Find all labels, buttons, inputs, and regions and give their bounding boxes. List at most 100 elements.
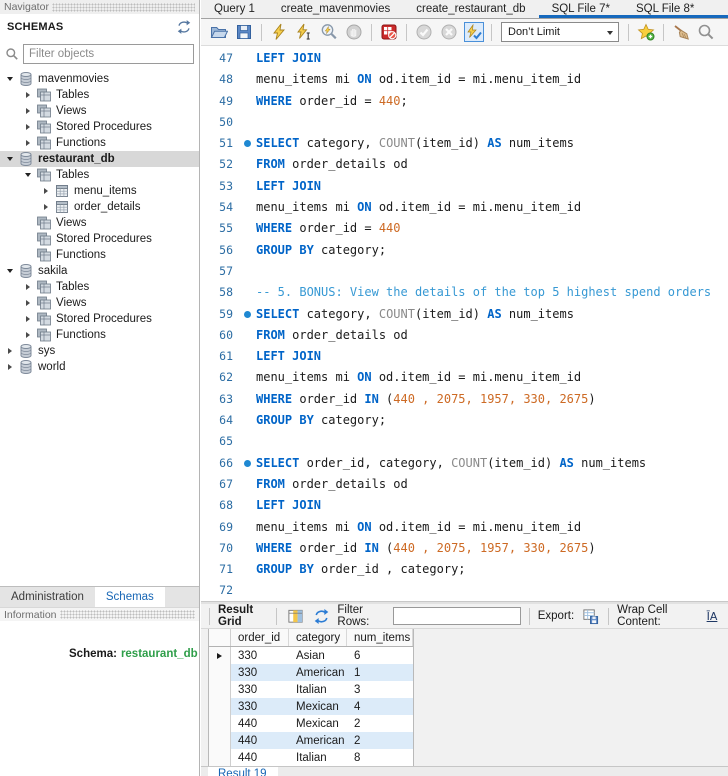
code-line[interactable]: 51 SELECT category, COUNT(item_id) AS num… xyxy=(201,133,728,154)
cell-num-items[interactable]: 1 xyxy=(347,664,413,681)
execute-icon[interactable] xyxy=(269,22,289,42)
expand-arrow[interactable] xyxy=(40,204,52,210)
explain-icon[interactable] xyxy=(319,22,339,42)
cell-category[interactable]: American xyxy=(289,732,347,749)
filter-objects-input[interactable] xyxy=(23,43,194,64)
limit-dropdown[interactable]: Don’t Limit xyxy=(501,22,619,42)
cell-num-items[interactable]: 2 xyxy=(347,715,413,732)
sidebar-tab-administration[interactable]: Administration xyxy=(0,587,95,607)
editor-tab-create-mavenmovies[interactable]: create_mavenmovies xyxy=(268,0,403,18)
tree-item-sys[interactable]: sys xyxy=(0,343,199,359)
cell-num-items[interactable]: 8 xyxy=(347,749,413,766)
code-line[interactable]: 62 menu_items mi ON od.item_id = mi.menu_… xyxy=(201,367,728,388)
tree-item-functions[interactable]: Functions xyxy=(0,135,199,151)
row-selector[interactable] xyxy=(209,698,231,715)
code-line[interactable]: 49 WHERE order_id = 440; xyxy=(201,91,728,112)
code-line[interactable]: 48 menu_items mi ON od.item_id = mi.menu_… xyxy=(201,69,728,90)
result-grid-icon[interactable] xyxy=(285,606,305,626)
expand-arrow[interactable] xyxy=(22,300,34,306)
expand-arrow[interactable] xyxy=(4,348,16,354)
column-header-order-id[interactable]: order_id xyxy=(231,629,289,646)
table-row[interactable]: 330 Mexican 4 xyxy=(209,698,413,715)
cell-category[interactable]: American xyxy=(289,664,347,681)
expand-arrow[interactable] xyxy=(40,188,52,194)
tree-item-views[interactable]: Views xyxy=(0,103,199,119)
open-file-icon[interactable] xyxy=(209,22,229,42)
expand-arrow[interactable] xyxy=(22,108,34,114)
tree-item-tables[interactable]: Tables xyxy=(0,279,199,295)
code-line[interactable]: 68 LEFT JOIN xyxy=(201,495,728,516)
code-line[interactable]: 47 LEFT JOIN xyxy=(201,48,728,69)
code-line[interactable]: 56 GROUP BY category; xyxy=(201,240,728,261)
cell-category[interactable]: Mexican xyxy=(289,698,347,715)
code-line[interactable]: 53 LEFT JOIN xyxy=(201,176,728,197)
column-header-category[interactable]: category xyxy=(289,629,347,646)
cell-order-id[interactable]: 440 xyxy=(231,732,289,749)
code-line[interactable]: 50 xyxy=(201,112,728,133)
stop-icon[interactable] xyxy=(344,22,364,42)
filter-rows-input[interactable] xyxy=(392,607,521,625)
row-selector[interactable] xyxy=(209,681,231,698)
tree-item-tables[interactable]: Tables xyxy=(0,87,199,103)
code-line[interactable]: 54 menu_items mi ON od.item_id = mi.menu_… xyxy=(201,197,728,218)
code-line[interactable]: 55 WHERE order_id = 440 xyxy=(201,218,728,239)
cell-num-items[interactable]: 6 xyxy=(347,647,413,664)
column-header-num-items[interactable]: num_items xyxy=(347,629,413,646)
export-icon[interactable] xyxy=(580,606,600,626)
code-line[interactable]: 63 WHERE order_id IN (440 , 2075, 1957, 3… xyxy=(201,389,728,410)
tree-item-sakila[interactable]: sakila xyxy=(0,263,199,279)
code-line[interactable]: 64 GROUP BY category; xyxy=(201,410,728,431)
editor-tab-sql-file-7[interactable]: SQL File 7* xyxy=(539,0,623,18)
tree-item-views[interactable]: Views xyxy=(0,215,199,231)
code-line[interactable]: 71 GROUP BY order_id , category; xyxy=(201,559,728,580)
clear-output-icon[interactable] xyxy=(671,22,691,42)
tree-item-world[interactable]: world xyxy=(0,359,199,375)
code-line[interactable]: 69 menu_items mi ON od.item_id = mi.menu_… xyxy=(201,517,728,538)
code-line[interactable]: 66 SELECT order_id, category, COUNT(item_… xyxy=(201,453,728,474)
sql-code-editor[interactable]: 47 LEFT JOIN 48 menu_items mi ON od.item_id… xyxy=(201,46,728,601)
expand-arrow[interactable] xyxy=(22,332,34,338)
row-selector[interactable] xyxy=(209,715,231,732)
code-line[interactable]: 58 -- 5. BONUS: View the details of the t… xyxy=(201,282,728,303)
expand-arrow[interactable] xyxy=(22,124,34,130)
expand-arrow[interactable] xyxy=(4,77,16,81)
save-icon[interactable] xyxy=(234,22,254,42)
editor-tab-query-1[interactable]: Query 1 xyxy=(201,0,268,18)
cell-order-id[interactable]: 440 xyxy=(231,749,289,766)
code-line[interactable]: 61 LEFT JOIN xyxy=(201,346,728,367)
code-line[interactable]: 70 WHERE order_id IN (440 , 2075, 1957, 3… xyxy=(201,538,728,559)
toggle-stop-on-error-icon[interactable] xyxy=(379,22,399,42)
save-snippet-icon[interactable] xyxy=(636,22,656,42)
cell-category[interactable]: Italian xyxy=(289,681,347,698)
cell-order-id[interactable]: 330 xyxy=(231,647,289,664)
tree-item-mavenmovies[interactable]: mavenmovies xyxy=(0,71,199,87)
tree-item-views[interactable]: Views xyxy=(0,295,199,311)
autocommit-icon[interactable] xyxy=(464,22,484,42)
tree-item-stored-procedures[interactable]: Stored Procedures xyxy=(0,231,199,247)
cell-num-items[interactable]: 2 xyxy=(347,732,413,749)
expand-arrow[interactable] xyxy=(22,140,34,146)
schemas-refresh-icon[interactable] xyxy=(176,19,192,35)
editor-tab-create-restaurant-db[interactable]: create_restaurant_db xyxy=(403,0,538,18)
commit-icon[interactable] xyxy=(414,22,434,42)
code-line[interactable]: 60 FROM order_details od xyxy=(201,325,728,346)
table-row[interactable]: 440 Mexican 2 xyxy=(209,715,413,732)
table-row[interactable]: 330 Italian 3 xyxy=(209,681,413,698)
expand-arrow[interactable] xyxy=(22,316,34,322)
refresh-results-icon[interactable] xyxy=(311,606,331,626)
tree-item-stored-procedures[interactable]: Stored Procedures xyxy=(0,311,199,327)
code-line[interactable]: 65 xyxy=(201,431,728,452)
code-line[interactable]: 72 xyxy=(201,580,728,601)
tree-item-menu-items[interactable]: menu_items xyxy=(0,183,199,199)
cell-order-id[interactable]: 330 xyxy=(231,698,289,715)
tree-item-functions[interactable]: Functions xyxy=(0,247,199,263)
editor-tab-sql-file-8[interactable]: SQL File 8* xyxy=(623,0,707,18)
row-selector[interactable] xyxy=(209,749,231,766)
sidebar-tab-schemas[interactable]: Schemas xyxy=(94,587,165,607)
expand-arrow[interactable] xyxy=(4,364,16,370)
code-line[interactable]: 57 xyxy=(201,261,728,282)
search-icon[interactable] xyxy=(696,22,716,42)
code-line[interactable]: 59 SELECT category, COUNT(item_id) AS num… xyxy=(201,304,728,325)
expand-arrow[interactable] xyxy=(22,284,34,290)
table-row[interactable]: 440 American 2 xyxy=(209,732,413,749)
